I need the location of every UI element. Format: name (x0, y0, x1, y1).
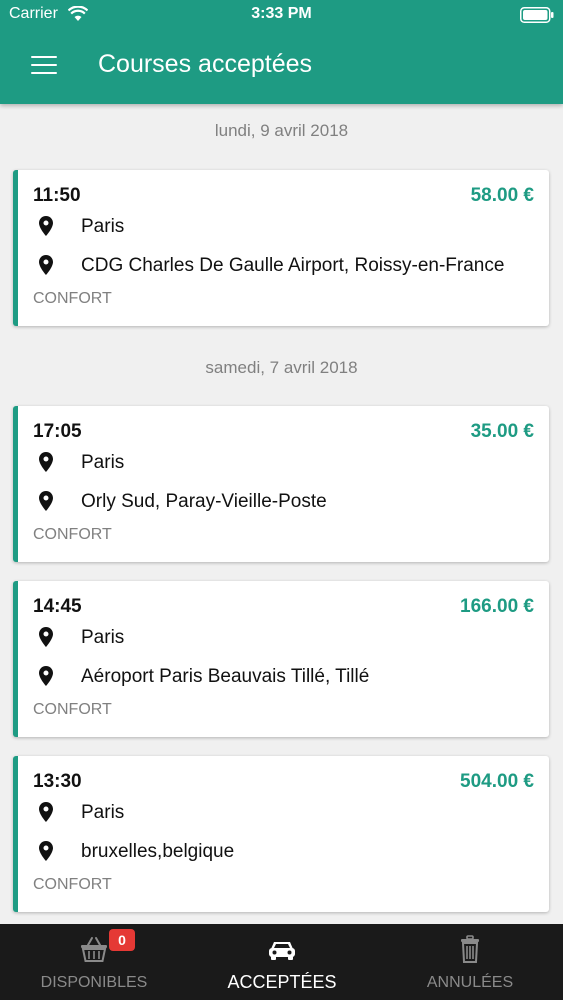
location-pin-icon (39, 452, 53, 472)
ride-card[interactable]: 13:30 504.00 € Paris bruxelles,belgique … (13, 756, 549, 912)
date-header: lundi, 9 avril 2018 (214, 121, 349, 140)
location-pin-icon (39, 255, 53, 275)
location-pin-icon (39, 666, 53, 686)
pickup-location: Paris (81, 216, 125, 237)
location-pin-icon (39, 841, 53, 861)
ride-time: 17:05 (33, 421, 82, 442)
ride-time: 14:45 (33, 596, 82, 617)
dropoff-location: Orly Sud, Paray-Vieille-Poste (81, 491, 327, 512)
ride-type: CONFORT (33, 290, 112, 307)
car-icon (269, 942, 295, 960)
tab-bar: 0 DISPONIBLES ACCEPTÉES ANNULÉES (0, 924, 563, 1000)
page-title: Courses acceptées (98, 50, 313, 78)
ride-price: 166.00 € (460, 596, 534, 617)
dropoff-location: Aéroport Paris Beauvais Tillé, Tillé (81, 666, 370, 687)
dropoff-location: bruxelles,belgique (81, 841, 235, 862)
ride-time: 13:30 (33, 771, 82, 792)
pickup-location: Paris (81, 802, 125, 823)
location-pin-icon (39, 802, 53, 822)
status-bar: Carrier 3:33 PM (0, 0, 563, 30)
ride-price: 504.00 € (460, 771, 534, 792)
ride-price: 58.00 € (470, 185, 534, 206)
ride-card[interactable]: 17:05 35.00 € Paris Orly Sud, Paray-Viei… (13, 406, 549, 562)
location-pin-icon (39, 216, 53, 236)
rides-list[interactable]: lundi, 9 avril 2018 11:50 58.00 € Paris … (0, 104, 563, 924)
date-header: samedi, 7 avril 2018 (205, 358, 358, 377)
tab-disponibles[interactable]: 0 DISPONIBLES (0, 924, 188, 1000)
tab-badge: 0 (109, 929, 135, 951)
app-header: Carrier 3:33 PM Courses acceptées (0, 0, 563, 104)
tab-label: DISPONIBLES (40, 974, 148, 991)
location-pin-icon (39, 627, 53, 647)
ride-type: CONFORT (33, 526, 112, 543)
location-pin-icon (39, 491, 53, 511)
pickup-location: Paris (81, 452, 125, 473)
ride-time: 11:50 (33, 185, 81, 206)
tab-annulees[interactable]: ANNULÉES (376, 924, 563, 1000)
pickup-location: Paris (81, 627, 125, 648)
tab-label: ANNULÉES (426, 974, 514, 991)
ride-type: CONFORT (33, 876, 112, 893)
ride-card[interactable]: 14:45 166.00 € Paris Aéroport Paris Beau… (13, 581, 549, 737)
ride-type: CONFORT (33, 701, 112, 718)
tab-label: ACCEPTÉES (227, 972, 337, 992)
tab-acceptees[interactable]: ACCEPTÉES (188, 924, 376, 1000)
hamburger-menu-icon[interactable] (31, 56, 57, 76)
ride-price: 35.00 € (470, 421, 534, 442)
status-time: 3:33 PM (251, 5, 312, 22)
trash-icon (461, 935, 479, 963)
dropoff-location: CDG Charles De Gaulle Airport, Roissy-en… (81, 255, 505, 276)
battery-icon (520, 7, 554, 23)
basket-icon (81, 937, 107, 962)
ride-card[interactable]: 11:50 58.00 € Paris CDG Charles De Gaull… (13, 170, 549, 326)
